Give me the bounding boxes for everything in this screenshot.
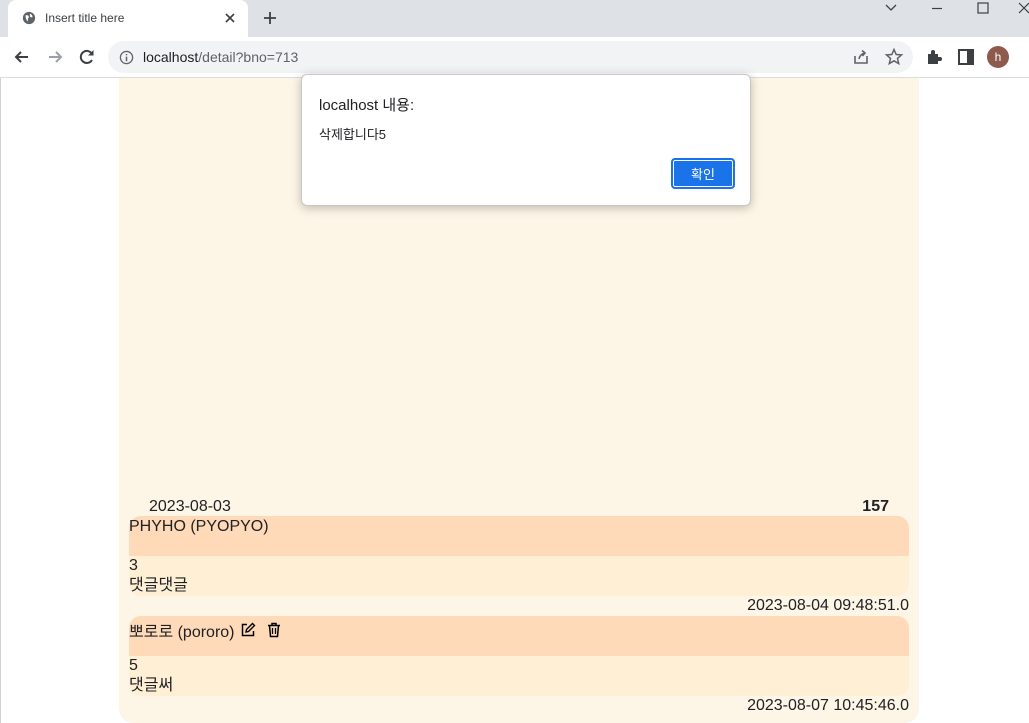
browser-tab[interactable]: Insert title here bbox=[8, 0, 248, 37]
back-arrow-icon[interactable] bbox=[12, 47, 32, 67]
forward-arrow-icon[interactable] bbox=[45, 47, 65, 67]
profile-avatar[interactable]: h bbox=[987, 46, 1009, 68]
minimize-icon[interactable] bbox=[914, 0, 960, 17]
edit-icon[interactable] bbox=[240, 622, 256, 638]
share-icon[interactable] bbox=[851, 47, 871, 67]
comment-number: 3 bbox=[129, 557, 138, 574]
comment-timestamp: 2023-08-04 09:48:51.0 bbox=[747, 597, 909, 614]
new-tab-icon[interactable] bbox=[261, 9, 279, 27]
browser-toolbar: localhost/detail?bno=713 h bbox=[0, 37, 1029, 78]
dialog-title: localhost 내용: bbox=[319, 97, 415, 114]
maximize-icon[interactable] bbox=[960, 0, 1006, 17]
ok-button[interactable]: 확인 bbox=[671, 158, 735, 189]
post-count: 157 bbox=[862, 498, 889, 515]
info-icon[interactable] bbox=[119, 50, 134, 65]
side-panel-icon[interactable] bbox=[956, 47, 976, 67]
url-path: /detail?bno=713 bbox=[198, 49, 299, 65]
comment-text: 댓글댓글 bbox=[129, 577, 188, 594]
close-icon[interactable] bbox=[222, 10, 238, 26]
globe-icon bbox=[22, 11, 36, 25]
comment-header: 뽀로로 (pororo) bbox=[129, 616, 909, 656]
address-bar[interactable]: localhost/detail?bno=713 bbox=[108, 41, 913, 73]
comment-item: PHYHO (PYOPYO) 3 댓글댓글 2023-08-04 09:48:5… bbox=[129, 516, 909, 616]
window-close-icon[interactable] bbox=[1006, 0, 1029, 17]
extensions-icon[interactable] bbox=[924, 47, 944, 67]
comment-item: 뽀로로 (pororo) 5 댓글써 2023-08-07 10:45:46.0 bbox=[129, 616, 909, 716]
dialog-message: 삭제합니다5 bbox=[319, 127, 387, 142]
chevron-down-icon[interactable] bbox=[868, 0, 914, 17]
url-text: localhost/detail?bno=713 bbox=[143, 49, 298, 65]
comment-header: PHYHO (PYOPYO) bbox=[129, 516, 909, 556]
trash-icon[interactable] bbox=[266, 622, 282, 638]
comment-body: 5 댓글써 bbox=[129, 656, 909, 696]
post-date: 2023-08-03 bbox=[149, 498, 231, 515]
comment-author: 뽀로로 (pororo) bbox=[129, 624, 235, 641]
reload-icon[interactable] bbox=[77, 47, 97, 67]
alert-dialog: localhost 내용: 삭제합니다5 확인 bbox=[301, 74, 751, 206]
star-icon[interactable] bbox=[884, 47, 904, 67]
comment-author: PHYHO (PYOPYO) bbox=[129, 518, 269, 535]
tab-title: Insert title here bbox=[45, 11, 125, 25]
comment-body: 3 댓글댓글 bbox=[129, 556, 909, 596]
comment-text: 댓글써 bbox=[129, 677, 174, 694]
comment-timestamp: 2023-08-07 10:45:46.0 bbox=[747, 697, 909, 714]
tab-strip: Insert title here bbox=[0, 0, 1029, 37]
url-host: localhost bbox=[143, 49, 199, 65]
comment-number: 5 bbox=[129, 657, 138, 674]
